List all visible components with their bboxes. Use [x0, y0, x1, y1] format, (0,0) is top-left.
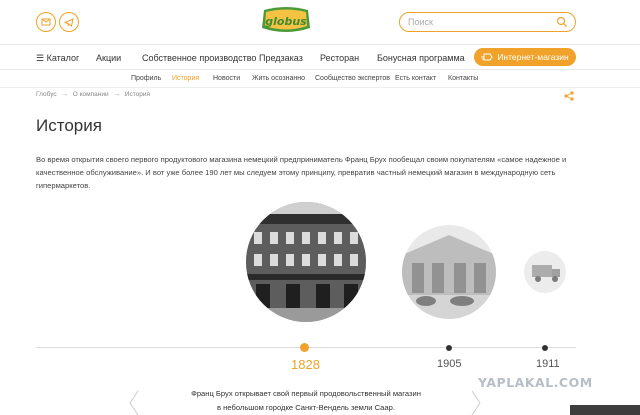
subnav-contacts[interactable]: Контакты: [448, 75, 478, 82]
telegram-icon[interactable]: [59, 12, 79, 32]
timeline-year-1911[interactable]: 1911: [536, 358, 560, 370]
main-nav: ☰ Каталог Акции Собственное производство…: [0, 44, 640, 70]
catalog-label: Каталог: [46, 53, 80, 63]
logo-text: globus: [265, 15, 307, 28]
hamburger-icon: ☰: [36, 53, 45, 63]
page-title: История: [36, 116, 102, 135]
search-icon[interactable]: [556, 16, 568, 28]
intro-paragraph: Во время открытия своего первого продукт…: [36, 155, 567, 190]
timeline-year-1828[interactable]: 1828: [291, 357, 320, 372]
breadcrumb-arrow-icon: →: [113, 91, 120, 98]
bottom-right-bar: [570, 405, 640, 415]
photo-1828-store: [246, 202, 366, 322]
search-placeholder: Поиск: [408, 17, 433, 27]
timeline-year-1905[interactable]: 1905: [437, 358, 461, 370]
subnav-get-in-touch[interactable]: Есть контакт: [395, 75, 436, 82]
watermark: YAPLAKAL.COM: [478, 375, 593, 390]
catalog-menu[interactable]: ☰ Каталог: [36, 53, 79, 64]
nav-item-own-production[interactable]: Собственное производство: [142, 53, 256, 63]
online-store-button[interactable]: Интернет-магазин: [474, 48, 576, 66]
subnav-live-mindfully[interactable]: Жить осознанно: [252, 75, 305, 82]
timeline-caption: Франц Брух открывает свой первый продово…: [190, 387, 422, 415]
photo-1911-truck: [524, 251, 566, 293]
search-input[interactable]: Поиск: [399, 12, 576, 32]
breadcrumb-home[interactable]: Глобус: [36, 91, 57, 98]
page: globus Поиск ☰ Каталог Акции Собственное…: [0, 0, 640, 415]
timeline-dot-1911[interactable]: [542, 345, 548, 351]
photo-1905-store: [402, 225, 496, 319]
nav-item-promotions[interactable]: Акции: [96, 53, 121, 63]
mail-icon[interactable]: [36, 12, 56, 32]
nav-item-bonus[interactable]: Бонусная программа: [377, 53, 465, 63]
next-arrow-icon[interactable]: [470, 390, 482, 415]
top-bar: globus Поиск: [0, 0, 640, 44]
caption-line-1: Франц Брух открывает свой первый продово…: [191, 389, 421, 398]
subnav-experts[interactable]: Сообщество экспертов: [315, 75, 390, 82]
subnav-news[interactable]: Новости: [213, 75, 240, 82]
prev-arrow-icon[interactable]: [128, 390, 140, 415]
timeline-dot-1905[interactable]: [446, 345, 452, 351]
timeline-dot-1828[interactable]: [300, 343, 309, 352]
subnav-history[interactable]: История: [172, 75, 199, 82]
breadcrumb-current: История: [124, 91, 150, 98]
globus-logo[interactable]: globus: [260, 6, 312, 36]
online-store-label: Интернет-магазин: [497, 52, 569, 62]
share-icon[interactable]: [564, 91, 574, 101]
nav-item-preorder[interactable]: Предзаказ: [259, 53, 303, 63]
caption-line-2: в небольшом городке Санкт-Вендель земли …: [217, 403, 395, 412]
subnav-profile[interactable]: Профиль: [131, 75, 161, 82]
sub-nav: Профиль История Новости Жить осознанно С…: [0, 70, 640, 88]
breadcrumb-about[interactable]: О компании: [73, 91, 109, 98]
delivery-icon: [481, 53, 493, 61]
breadcrumb-arrow-icon: →: [61, 91, 68, 98]
breadcrumb: Глобус → О компании → История: [36, 91, 153, 98]
nav-item-restaurant[interactable]: Ресторан: [320, 53, 359, 63]
